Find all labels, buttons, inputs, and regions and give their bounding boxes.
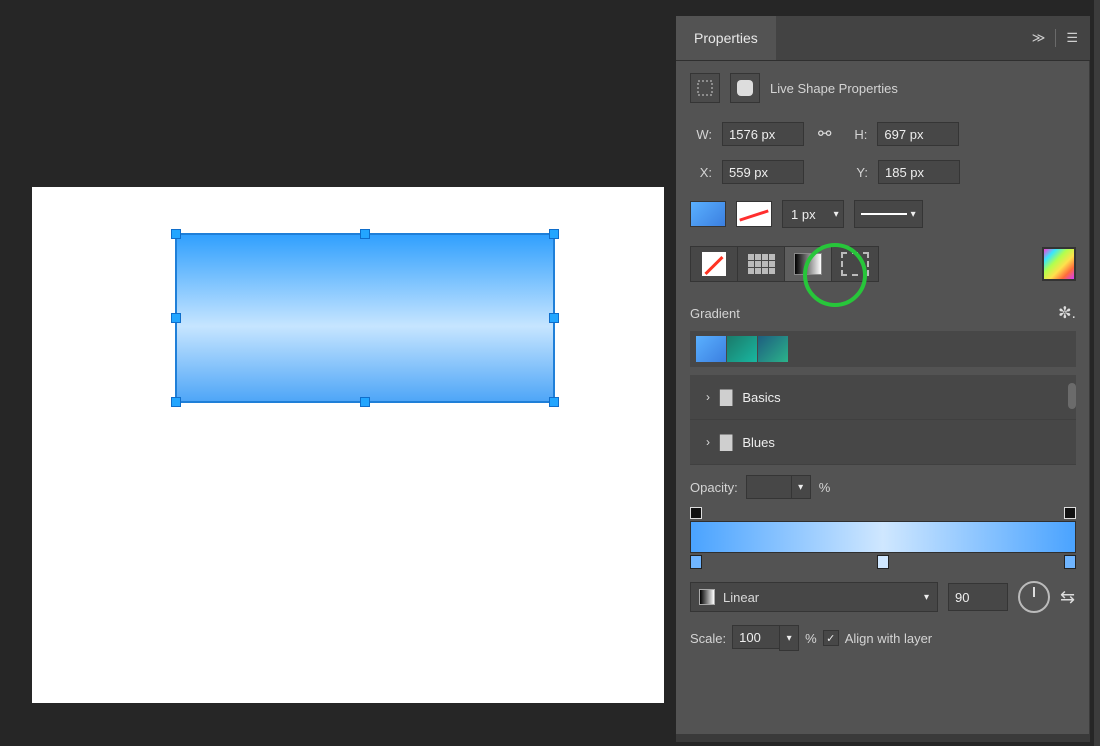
opacity-stop-left[interactable] <box>690 507 702 519</box>
folder-label: Basics <box>742 390 780 405</box>
gradient-type-icon <box>699 589 715 605</box>
opacity-stepper[interactable]: ▾ <box>791 475 811 499</box>
color-stop-3[interactable] <box>1064 555 1076 569</box>
right-dock-strip <box>1094 0 1100 746</box>
h-label: H: <box>845 127 867 142</box>
opacity-stop-right[interactable] <box>1064 507 1076 519</box>
color-stop-2[interactable] <box>877 555 889 569</box>
stroke-sample-line <box>861 213 907 215</box>
gradient-editor <box>690 503 1076 573</box>
y-input[interactable] <box>878 160 960 184</box>
panel-menu-icon[interactable]: ☰ <box>1066 30 1078 46</box>
align-label: Align with layer <box>845 631 932 646</box>
w-label: W: <box>690 127 712 142</box>
resize-handle-mid-top[interactable] <box>360 229 370 239</box>
gear-icon[interactable]: ✼. <box>1058 303 1076 323</box>
gradient-type-value: Linear <box>723 590 759 605</box>
panel-footer-shadow <box>676 734 1090 742</box>
resize-handle-top-left[interactable] <box>171 229 181 239</box>
grid-icon <box>748 254 775 274</box>
fill-type-button-group <box>690 246 879 282</box>
gradient-preset-row <box>690 331 1076 367</box>
angle-input[interactable] <box>948 583 1008 611</box>
align-checkbox[interactable]: ✓ <box>823 630 839 646</box>
gradient-heading: Gradient <box>690 306 740 321</box>
resize-handle-mid-right[interactable] <box>549 313 559 323</box>
shape-mask-icon <box>730 73 760 103</box>
x-input[interactable] <box>722 160 804 184</box>
bounds-icon <box>690 73 720 103</box>
chevron-down-icon: ▾ <box>924 592 929 603</box>
scale-label: Scale: <box>690 631 726 646</box>
opacity-input[interactable] <box>746 475 792 499</box>
resize-handle-bottom-right[interactable] <box>549 397 559 407</box>
collapse-panel-icon[interactable]: ≫ <box>1032 30 1046 46</box>
stroke-swatch[interactable] <box>736 201 772 227</box>
folder-icon: ▇ <box>720 432 732 452</box>
scale-pct: % <box>805 631 817 646</box>
tabbar-divider <box>1055 29 1056 47</box>
gradient-tree: › ▇ Basics › ▇ Blues <box>690 375 1076 465</box>
resize-handle-mid-bottom[interactable] <box>360 397 370 407</box>
fill-solid-button[interactable] <box>737 246 785 282</box>
folder-label: Blues <box>742 435 775 450</box>
scale-input[interactable] <box>732 625 780 649</box>
link-wh-icon[interactable]: ⚯ <box>818 124 831 144</box>
y-label: Y: <box>846 165 868 180</box>
folder-blues[interactable]: › ▇ Blues <box>690 420 1076 465</box>
pattern-icon <box>841 252 869 276</box>
tree-scrollbar[interactable] <box>1068 383 1076 409</box>
folder-basics[interactable]: › ▇ Basics <box>690 375 1076 420</box>
chevron-down-icon: ▾ <box>911 209 916 220</box>
stroke-style-combo[interactable]: ▾ <box>854 200 923 228</box>
folder-icon: ▇ <box>720 387 732 407</box>
height-input[interactable] <box>877 122 959 146</box>
gradient-preset-teal2[interactable] <box>758 336 788 362</box>
disclosure-right-icon: › <box>706 435 710 449</box>
scale-stepper[interactable]: ▾ <box>779 625 799 651</box>
stroke-width-value: 1 px <box>791 207 816 222</box>
section-title: Live Shape Properties <box>770 81 898 96</box>
properties-panel: Properties ≫ ☰ Live Shape Properties W: … <box>676 16 1090 736</box>
resize-handle-top-right[interactable] <box>549 229 559 239</box>
opacity-label: Opacity: <box>690 480 738 495</box>
fill-gradient-button[interactable] <box>784 246 832 282</box>
color-stop-1[interactable] <box>690 555 702 569</box>
fill-pattern-button[interactable] <box>831 246 879 282</box>
stroke-width-combo[interactable]: 1 px ▾ <box>782 200 844 228</box>
gradient-icon <box>794 253 822 275</box>
gradient-type-combo[interactable]: Linear ▾ <box>690 582 938 612</box>
angle-dial[interactable] <box>1018 581 1050 613</box>
x-label: X: <box>690 165 712 180</box>
opacity-pct: % <box>819 480 831 495</box>
canvas[interactable] <box>32 187 664 703</box>
fill-swatch[interactable] <box>690 201 726 227</box>
gradient-bar[interactable] <box>690 521 1076 553</box>
selected-rectangle[interactable] <box>175 233 555 403</box>
panel-tabbar: Properties ≫ ☰ <box>676 16 1090 61</box>
gradient-preset-blue[interactable] <box>696 336 726 362</box>
resize-handle-mid-left[interactable] <box>171 313 181 323</box>
width-input[interactable] <box>722 122 804 146</box>
reverse-gradient-icon[interactable]: ⇆ <box>1060 587 1075 608</box>
color-picker-swatch[interactable] <box>1042 247 1076 281</box>
tab-properties[interactable]: Properties <box>676 16 776 60</box>
chevron-down-icon: ▾ <box>834 209 839 220</box>
gradient-preset-teal1[interactable] <box>727 336 757 362</box>
fill-none-button[interactable] <box>690 246 738 282</box>
disclosure-right-icon: › <box>706 390 710 404</box>
resize-handle-bottom-left[interactable] <box>171 397 181 407</box>
